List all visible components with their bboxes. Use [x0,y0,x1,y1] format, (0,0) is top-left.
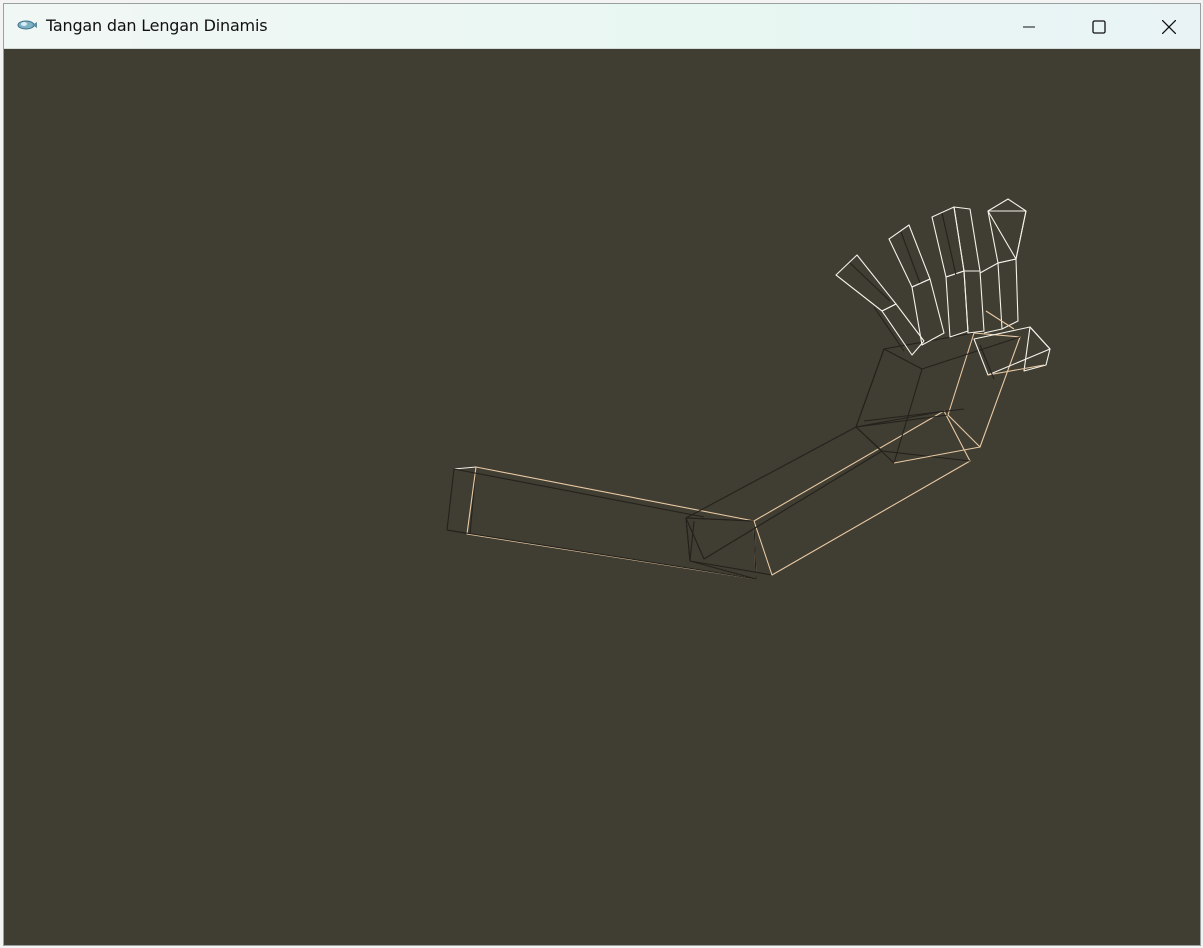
finger-little-wireframe [835,254,925,356]
app-icon [16,16,38,34]
upper-arm-wireframe [446,466,757,580]
close-button[interactable] [1134,4,1200,49]
maximize-button[interactable] [1064,4,1134,49]
minimize-button[interactable] [994,4,1064,49]
forearm-wireframe [685,410,971,576]
close-icon [1162,19,1176,34]
window-title: Tangan dan Lengan Dinamis [46,16,268,35]
finger-pointer-wireframe [979,198,1027,334]
wireframe-arm-scene [446,198,1051,580]
finger-ring-wireframe [888,224,945,346]
opengl-viewport[interactable] [4,49,1200,945]
app-window: Tangan dan Lengan Dinamis [3,3,1201,946]
title-bar[interactable]: Tangan dan Lengan Dinamis [4,4,1200,49]
minimize-icon [1023,21,1035,33]
finger-middle-wireframe [931,206,969,338]
maximize-icon [1092,19,1106,34]
finger-index-wireframe [953,206,985,334]
thumb-wireframe [973,326,1051,380]
palm-wireframe [855,332,1021,464]
